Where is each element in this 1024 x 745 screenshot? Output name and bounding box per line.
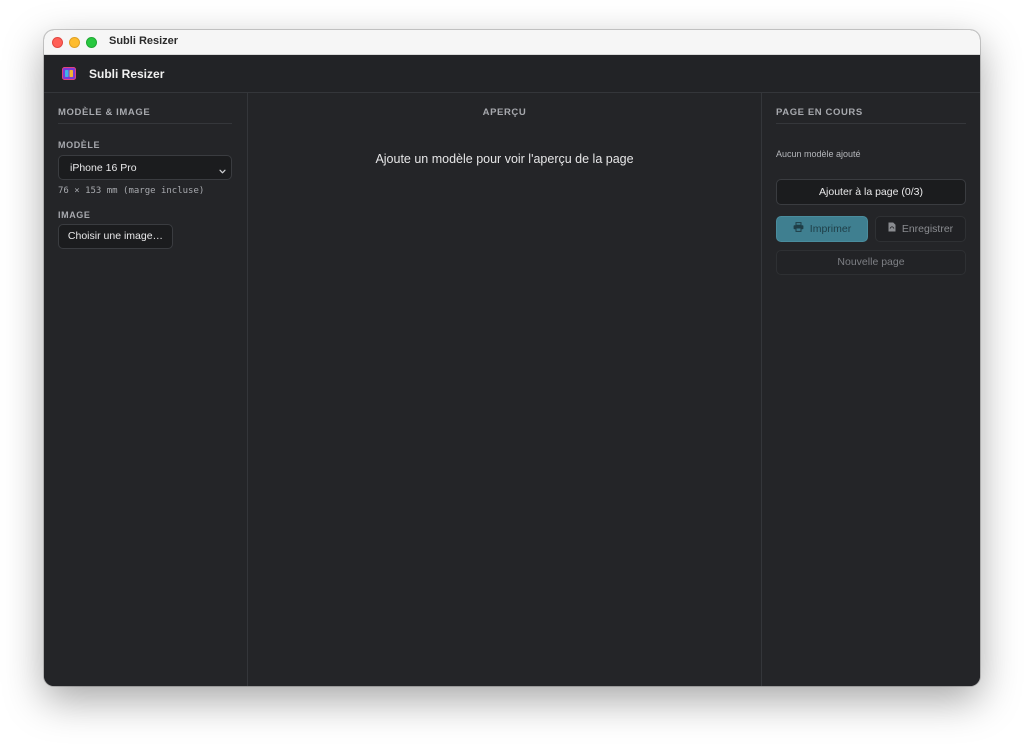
app-window: Subli Resizer Subli Resizer MODÈLE & IMA… [44, 30, 980, 686]
print-button-label: Imprimer [809, 223, 852, 236]
app-logo-icon [62, 67, 76, 80]
model-select-value: iPhone 16 Pro [70, 162, 137, 174]
app-header: Subli Resizer [44, 55, 980, 93]
preview-empty-message: Ajoute un modèle pour voir l'aperçu de l… [375, 152, 634, 166]
app-name: Subli Resizer [89, 67, 165, 81]
save-button-label: Enregistrer [901, 223, 954, 236]
choose-image-button[interactable]: Choisir une image… [58, 224, 173, 249]
printer-icon [793, 217, 804, 241]
model-select[interactable]: iPhone 16 Pro [58, 155, 232, 180]
divider [58, 123, 232, 124]
model-dimensions: 76 × 153 mm (marge incluse) [58, 186, 205, 196]
close-window-button[interactable] [52, 37, 63, 48]
window-title: Subli Resizer [109, 35, 179, 47]
save-button[interactable]: Enregistrer [875, 216, 966, 242]
minimize-window-button[interactable] [69, 37, 80, 48]
add-to-page-button[interactable]: Ajouter à la page (0/3) [776, 179, 966, 205]
divider [776, 123, 966, 124]
page-status-message: Aucun modèle ajouté [776, 149, 861, 159]
maximize-window-button[interactable] [86, 37, 97, 48]
section-title-current-page: PAGE EN COURS [776, 107, 863, 118]
title-bar[interactable]: Subli Resizer [44, 30, 980, 55]
section-title-preview: APERÇU [482, 107, 527, 118]
model-label: MODÈLE [58, 140, 101, 150]
section-title-model-image: MODÈLE & IMAGE [58, 107, 151, 118]
new-page-button[interactable]: Nouvelle page [776, 250, 966, 275]
preview-panel: APERÇU Ajoute un modèle pour voir l'aper… [248, 93, 762, 686]
model-image-panel: MODÈLE & IMAGE MODÈLE iPhone 16 Pro 76 ×… [44, 93, 248, 686]
image-label: IMAGE [58, 210, 91, 220]
print-button[interactable]: Imprimer [776, 216, 868, 242]
current-page-panel: PAGE EN COURS Aucun modèle ajouté Ajoute… [762, 93, 980, 686]
chevron-down-icon [218, 163, 227, 174]
pdf-file-icon [888, 217, 896, 241]
